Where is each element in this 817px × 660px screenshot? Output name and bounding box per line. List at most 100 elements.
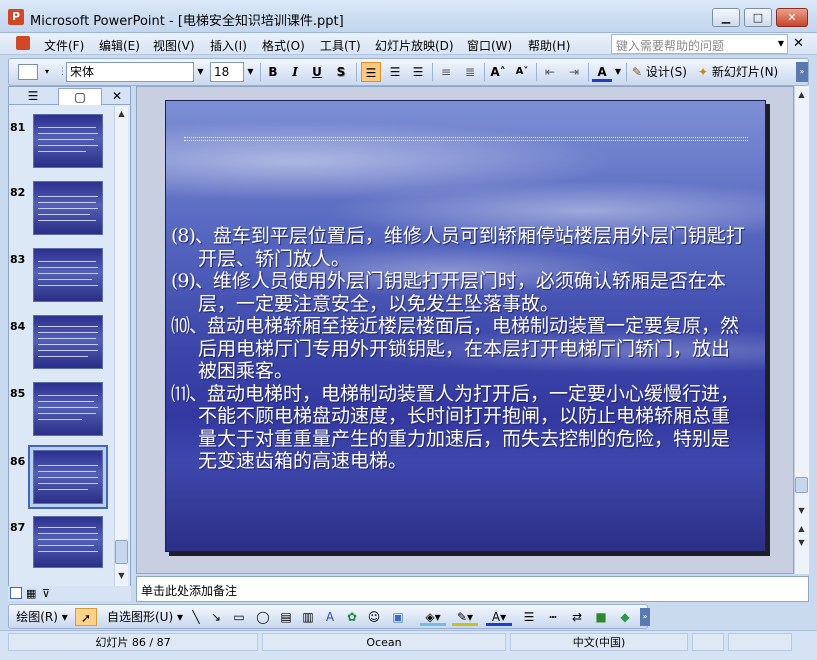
scroll-up-icon[interactable]: ▲ xyxy=(795,88,808,101)
3d-style-icon[interactable]: ◆ xyxy=(616,608,634,626)
outline-tab[interactable]: ☰ xyxy=(14,88,52,105)
toolbar-options-icon[interactable]: » xyxy=(796,62,808,82)
doc-icon[interactable] xyxy=(16,36,30,50)
font-color-icon[interactable]: A▾ xyxy=(486,608,512,626)
menu-help[interactable]: 帮助(H) xyxy=(528,37,570,54)
new-slide-button[interactable]: ✦ 新幻灯片(N) xyxy=(698,62,788,82)
increase-indent-button[interactable]: ⇥ xyxy=(564,62,584,82)
font-color-button[interactable]: A xyxy=(592,62,612,82)
chevron-down-icon[interactable]: ▼ xyxy=(774,34,788,54)
scroll-thumb[interactable] xyxy=(115,540,128,564)
slide-sorter-icon[interactable]: ▦ xyxy=(26,587,36,600)
font-size-combo[interactable]: 18 xyxy=(210,62,244,82)
current-slide[interactable]: (8)、盘车到平层位置后，维修人员可到轿厢停站楼层用外层门钥匙打开层、轿门放人。… xyxy=(165,100,766,552)
slide-thumbnail-87[interactable] xyxy=(33,516,103,568)
increase-font-button[interactable]: A˄ xyxy=(488,62,508,82)
decrease-indent-button[interactable]: ⇤ xyxy=(540,62,560,82)
scroll-up-icon[interactable]: ▲ xyxy=(115,107,128,120)
language-status: 中文(中国) xyxy=(510,633,688,651)
slide-thumbnail-81[interactable] xyxy=(33,114,103,168)
scroll-thumb[interactable] xyxy=(795,477,808,493)
bold-button[interactable]: B xyxy=(264,62,282,82)
new-document-icon[interactable] xyxy=(18,64,38,80)
italic-button[interactable]: I xyxy=(286,62,304,82)
paragraph-number: ⑾、 xyxy=(171,382,208,405)
title-placeholder-border xyxy=(184,137,748,141)
autoshapes-menu-button[interactable]: 自选图形(U) ▾ xyxy=(104,608,186,626)
textbox-icon[interactable]: ▤ xyxy=(278,608,294,626)
menu-view[interactable]: 视图(V) xyxy=(153,37,195,54)
wordart-icon[interactable]: A xyxy=(322,608,338,626)
draw-menu-button[interactable]: 绘图(R) ▾ xyxy=(12,608,72,626)
next-slide-icon[interactable]: ▼ xyxy=(795,536,808,549)
underline-button[interactable]: U xyxy=(308,62,326,82)
increase-font-icon: A˄ xyxy=(490,65,506,79)
line-style-icon[interactable]: ☰ xyxy=(520,608,538,626)
close-button[interactable]: ✕ xyxy=(776,8,808,27)
thumbnail-scrollbar[interactable] xyxy=(114,106,128,598)
clipart-icon[interactable]: ☺ xyxy=(366,608,382,626)
slide-thumbnail-83[interactable] xyxy=(33,248,103,302)
thumbnail-number: 85 xyxy=(10,387,26,400)
slide-paragraph: ⑽、盘动电梯轿厢至接近楼层楼面后，电梯制动装置一定要复原，然后用电梯厅门专用外开… xyxy=(171,315,746,383)
arrow-icon[interactable]: ↘ xyxy=(208,608,224,626)
notes-pane[interactable]: 单击此处添加备注 xyxy=(136,576,809,602)
chevron-down-icon[interactable]: ▼ xyxy=(244,62,257,82)
menu-slideshow[interactable]: 幻灯片放映(D) xyxy=(375,37,454,54)
dash-style-icon[interactable]: ┅ xyxy=(544,608,562,626)
oval-icon[interactable]: ◯ xyxy=(254,608,272,626)
font-name-combo[interactable]: 宋体 xyxy=(66,62,194,82)
slide-body-text[interactable]: (8)、盘车到平层位置后，维修人员可到轿厢停站楼层用外层门钥匙打开层、轿门放人。… xyxy=(171,225,746,473)
slides-tab[interactable]: ▢ xyxy=(58,88,102,105)
slideshow-icon[interactable]: ⊽ xyxy=(42,587,50,600)
picture-icon[interactable]: ▣ xyxy=(390,608,406,626)
pane-close-button[interactable]: ✕ xyxy=(108,88,126,105)
arrow-style-icon[interactable]: ⇄ xyxy=(568,608,586,626)
toolbar-options-icon[interactable]: ▾ xyxy=(42,62,52,82)
close-icon[interactable]: ✕ xyxy=(793,36,804,51)
draw-label: 绘图(R) xyxy=(16,610,58,624)
scroll-down-icon[interactable]: ▼ xyxy=(795,504,808,517)
minimize-button[interactable]: ▁ xyxy=(712,8,740,27)
slide-thumbnail-85[interactable] xyxy=(33,382,103,436)
bullets-button[interactable]: ≣ xyxy=(460,62,480,82)
align-right-button[interactable]: ☰ xyxy=(408,62,428,82)
menu-file[interactable]: 文件(F) xyxy=(44,37,84,54)
numbering-button[interactable]: ≡ xyxy=(436,62,456,82)
slide-thumbnail-84[interactable] xyxy=(33,315,103,369)
paragraph-text: 盘动电梯时，电梯制动装置人为打开后，一定要小心缓慢行进，不能不顾电梯盘动速度，长… xyxy=(198,382,740,473)
decrease-font-button[interactable]: A˅ xyxy=(512,62,532,82)
vertical-textbox-icon[interactable]: ▥ xyxy=(300,608,316,626)
line-color-icon[interactable]: ✎▾ xyxy=(452,608,478,626)
align-left-button[interactable]: ☰ xyxy=(361,62,381,82)
fill-color-icon[interactable]: ◈▾ xyxy=(420,608,446,626)
rectangle-icon[interactable]: ▭ xyxy=(230,608,248,626)
normal-view-icon[interactable] xyxy=(10,587,22,599)
slide-thumbnail-86[interactable] xyxy=(33,450,103,504)
toolbar-options-icon[interactable]: » xyxy=(640,608,650,626)
previous-slide-icon[interactable]: ▲ xyxy=(795,522,808,535)
shadow-style-icon[interactable]: ■ xyxy=(592,608,610,626)
help-search-input[interactable]: 键入需要帮助的问题 xyxy=(611,34,788,54)
diagram-icon[interactable]: ✿ xyxy=(344,608,360,626)
paragraph-number: (9)、 xyxy=(171,270,214,292)
menu-window[interactable]: 窗口(W) xyxy=(467,37,512,54)
chevron-down-icon[interactable]: ▼ xyxy=(194,62,207,82)
slide-thumbnail-82[interactable] xyxy=(33,181,103,235)
slide-scrollbar[interactable] xyxy=(794,86,809,574)
select-objects-icon[interactable]: ➚ xyxy=(75,608,97,626)
align-center-button[interactable]: ☰ xyxy=(385,62,405,82)
menu-format[interactable]: 格式(O) xyxy=(262,37,305,54)
chevron-down-icon[interactable]: ▼ xyxy=(613,62,623,82)
toolbar-separator xyxy=(356,63,357,81)
menu-tools[interactable]: 工具(T) xyxy=(320,37,361,54)
design-button[interactable]: ✎ 设计(S) xyxy=(632,62,696,82)
powerpoint-icon[interactable]: P xyxy=(8,9,24,25)
scroll-down-icon[interactable]: ▼ xyxy=(115,569,128,582)
thumbnail-number: 87 xyxy=(10,521,26,534)
menu-edit[interactable]: 编辑(E) xyxy=(99,37,140,54)
menu-insert[interactable]: 插入(I) xyxy=(210,37,247,54)
maximize-button[interactable]: □ xyxy=(744,8,772,27)
shadow-button[interactable]: S xyxy=(332,62,350,82)
line-icon[interactable]: ╲ xyxy=(188,608,204,626)
